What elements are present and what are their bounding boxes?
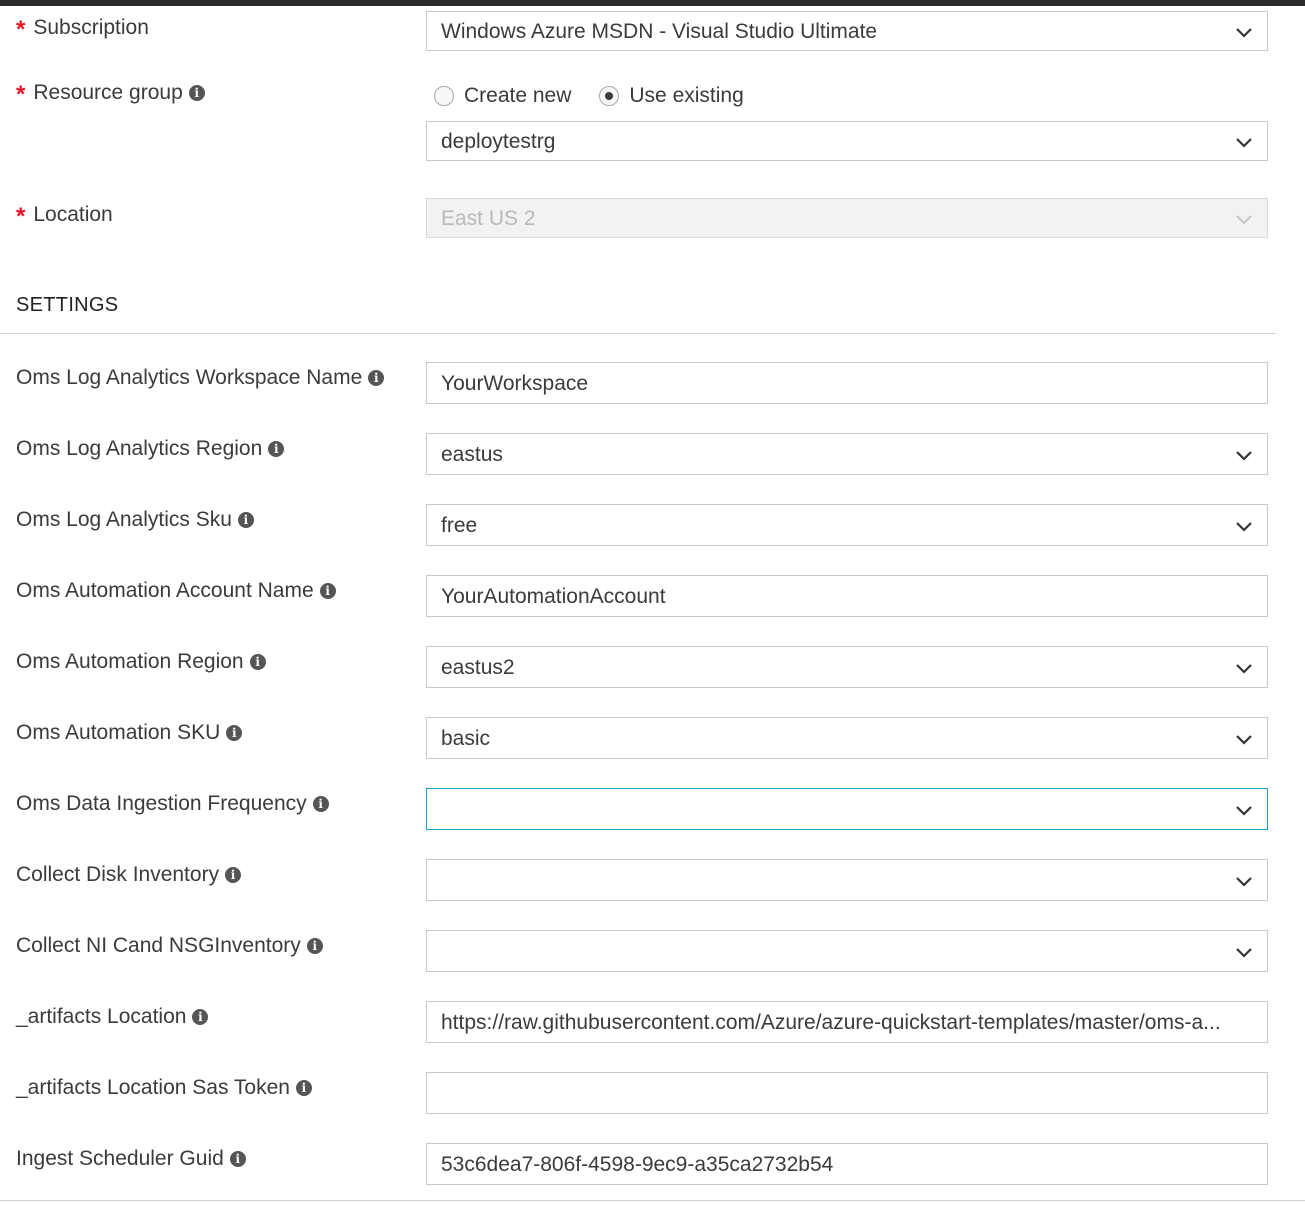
info-icon[interactable]: i	[368, 370, 385, 386]
oms-automation-sku-label: Oms Automation SKU i	[16, 721, 243, 745]
resource-group-dropdown[interactable]: deploytestrg	[426, 121, 1268, 161]
artifacts-location-label-text: _artifacts Location	[16, 1005, 187, 1028]
oms-data-ingestion-frequency-dropdown[interactable]	[426, 788, 1268, 830]
oms-automation-sku-dropdown[interactable]: basic	[426, 717, 1268, 759]
oms-log-analytics-workspace-name-label-text: Oms Log Analytics Workspace Name	[16, 366, 363, 389]
oms-log-analytics-sku-value: free	[441, 514, 478, 537]
oms-automation-region-dropdown[interactable]: eastus2	[426, 646, 1268, 688]
ingest-scheduler-guid-input[interactable]: 53c6dea7-806f-4598-9ec9-a35ca2732b54	[426, 1143, 1268, 1185]
subscription-dropdown[interactable]: Windows Azure MSDN - Visual Studio Ultim…	[426, 11, 1268, 51]
oms-log-analytics-workspace-name-label: Oms Log Analytics Workspace Name i	[16, 366, 385, 390]
radio-create-new-label: Create new	[464, 84, 572, 107]
collect-disk-inventory-label: Collect Disk Inventory i	[16, 863, 242, 887]
info-icon[interactable]: i	[188, 85, 205, 101]
oms-log-analytics-workspace-name-input[interactable]: YourWorkspace	[426, 362, 1268, 404]
radio-use-existing-label: Use existing	[629, 84, 744, 107]
oms-data-ingestion-frequency-label: Oms Data Ingestion Frequency i	[16, 792, 329, 816]
artifacts-location-sas-token-label: _artifacts Location Sas Token i	[16, 1076, 312, 1100]
artifacts-location-sas-token-label-text: _artifacts Location Sas Token	[16, 1076, 290, 1099]
location-label-text: Location	[33, 203, 113, 226]
collect-disk-inventory-label-text: Collect Disk Inventory	[16, 863, 220, 886]
resource-group-label-text: Resource group	[33, 81, 183, 104]
info-icon[interactable]: i	[319, 583, 336, 599]
oms-automation-account-name-label-text: Oms Automation Account Name	[16, 579, 314, 602]
chevron-down-icon	[1235, 659, 1253, 677]
chevron-down-icon	[1235, 210, 1253, 228]
chevron-down-icon	[1235, 23, 1253, 41]
location-label: * Location	[16, 201, 113, 230]
oms-automation-region-label-text: Oms Automation Region	[16, 650, 244, 673]
artifacts-location-sas-token-input[interactable]	[426, 1072, 1268, 1114]
top-bar	[0, 0, 1305, 6]
artifacts-location-label: _artifacts Location i	[16, 1005, 209, 1029]
info-icon[interactable]: i	[295, 1080, 312, 1096]
info-icon[interactable]: i	[229, 1151, 246, 1167]
oms-data-ingestion-frequency-label-text: Oms Data Ingestion Frequency	[16, 792, 307, 815]
oms-automation-sku-label-text: Oms Automation SKU	[16, 721, 221, 744]
settings-section-title: SETTINGS	[16, 294, 119, 316]
oms-log-analytics-region-label: Oms Log Analytics Region i	[16, 437, 285, 461]
ingest-scheduler-guid-label-text: Ingest Scheduler Guid	[16, 1147, 224, 1170]
chevron-down-icon	[1235, 517, 1253, 535]
info-icon[interactable]: i	[225, 867, 242, 883]
oms-log-analytics-sku-label: Oms Log Analytics Sku i	[16, 508, 254, 532]
oms-log-analytics-sku-dropdown[interactable]: free	[426, 504, 1268, 546]
oms-log-analytics-sku-label-text: Oms Log Analytics Sku	[16, 508, 232, 531]
info-icon[interactable]: i	[268, 441, 285, 457]
ingest-scheduler-guid-value: 53c6dea7-806f-4598-9ec9-a35ca2732b54	[441, 1153, 834, 1176]
chevron-down-icon	[1235, 133, 1253, 151]
info-icon[interactable]: i	[226, 725, 243, 741]
required-mark: *	[16, 16, 26, 43]
resource-group-value: deploytestrg	[441, 130, 556, 153]
collect-ni-cand-nsginventory-label: Collect NI Cand NSGInventory i	[16, 934, 323, 958]
bottom-divider	[0, 1200, 1305, 1201]
chevron-down-icon	[1235, 943, 1253, 961]
resource-group-mode: Create new Use existing	[434, 84, 772, 108]
oms-automation-sku-value: basic	[441, 727, 491, 750]
resource-group-label: * Resource group i	[16, 79, 205, 108]
chevron-down-icon	[1235, 730, 1253, 748]
oms-log-analytics-region-dropdown[interactable]: eastus	[426, 433, 1268, 475]
info-icon[interactable]: i	[306, 938, 323, 954]
chevron-down-icon	[1235, 801, 1253, 819]
oms-automation-account-name-label: Oms Automation Account Name i	[16, 579, 336, 603]
oms-log-analytics-region-label-text: Oms Log Analytics Region	[16, 437, 263, 460]
subscription-value: Windows Azure MSDN - Visual Studio Ultim…	[441, 20, 878, 43]
location-dropdown: East US 2	[426, 198, 1268, 238]
radio-button-checked[interactable]	[599, 86, 620, 106]
location-value: East US 2	[441, 207, 536, 230]
chevron-down-icon	[1235, 446, 1253, 464]
artifacts-location-value: https://raw.githubusercontent.com/Azure/…	[441, 1011, 1221, 1034]
required-mark: *	[16, 81, 26, 108]
required-mark: *	[16, 203, 26, 230]
oms-automation-account-name-value: YourAutomationAccount	[441, 585, 666, 608]
info-icon[interactable]: i	[312, 796, 329, 812]
info-icon[interactable]: i	[192, 1009, 209, 1025]
radio-use-existing[interactable]: Use existing	[599, 84, 744, 108]
oms-log-analytics-workspace-name-value: YourWorkspace	[441, 372, 589, 395]
subscription-label-text: Subscription	[33, 16, 149, 39]
subscription-label: * Subscription	[16, 14, 149, 43]
collect-ni-cand-nsginventory-dropdown[interactable]	[426, 930, 1268, 972]
collect-ni-cand-nsginventory-label-text: Collect NI Cand NSGInventory	[16, 934, 301, 957]
oms-log-analytics-region-value: eastus	[441, 443, 503, 466]
ingest-scheduler-guid-label: Ingest Scheduler Guid i	[16, 1147, 246, 1171]
collect-disk-inventory-dropdown[interactable]	[426, 859, 1268, 901]
radio-button[interactable]	[434, 86, 454, 106]
oms-automation-region-label: Oms Automation Region i	[16, 650, 266, 674]
radio-create-new[interactable]: Create new	[434, 84, 571, 108]
info-icon[interactable]: i	[237, 512, 254, 528]
section-divider	[0, 333, 1276, 334]
artifacts-location-input[interactable]: https://raw.githubusercontent.com/Azure/…	[426, 1001, 1268, 1043]
oms-automation-account-name-input[interactable]: YourAutomationAccount	[426, 575, 1268, 617]
oms-automation-region-value: eastus2	[441, 656, 515, 679]
chevron-down-icon	[1235, 872, 1253, 890]
info-icon[interactable]: i	[249, 654, 266, 670]
